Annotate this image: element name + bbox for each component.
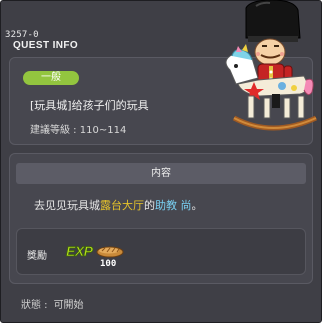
quest-status: 狀態 : 可開始 xyxy=(21,296,84,311)
window-title: QUEST INFO xyxy=(13,40,79,51)
content-text-middle: 的 xyxy=(144,199,155,212)
recommended-level-label: 建議等級 : xyxy=(30,125,77,136)
reward-label: 獎勵 xyxy=(27,251,47,262)
content-text-before: 去见见玩具城 xyxy=(34,199,100,212)
content-text-after: 。 xyxy=(191,199,203,212)
status-value: 可開始 xyxy=(53,300,84,311)
quest-id: 3257-0 xyxy=(5,30,39,40)
quest-name: [玩具城]给孩子们的玩具 xyxy=(30,99,149,112)
category-badge: 一般 xyxy=(23,71,79,85)
content-npc: 助教 尚 xyxy=(155,199,192,212)
toy-soldier-on-rocking-horse-icon xyxy=(225,0,318,131)
content-text: 去见见玩具城露台大厅的助教 尚。 xyxy=(34,197,203,213)
reward-amount: 100 xyxy=(100,259,117,269)
recommended-level-value: 110~114 xyxy=(79,125,127,136)
status-label: 狀態 : xyxy=(21,300,48,311)
content-header: 内容 xyxy=(16,163,306,184)
reward-box xyxy=(16,228,306,275)
exp-icon: EXP xyxy=(66,243,94,260)
recommended-level: 建議等級 : 110~114 xyxy=(30,121,126,136)
content-place: 露台大厅 xyxy=(100,199,144,212)
bread-icon[interactable] xyxy=(96,244,124,258)
